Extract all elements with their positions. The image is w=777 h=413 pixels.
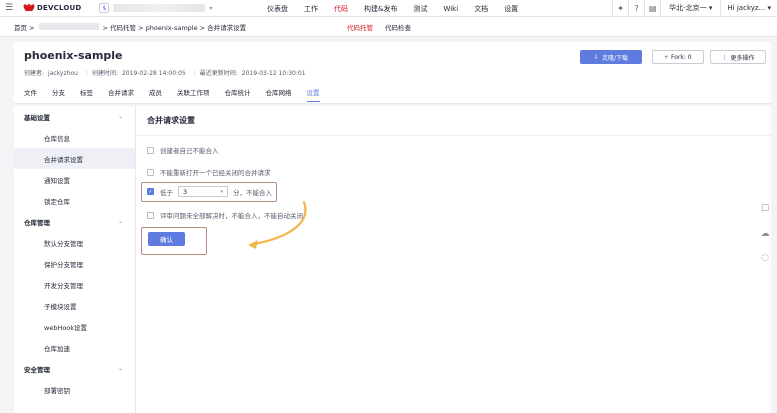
nav-item[interactable]: 工作	[304, 4, 318, 14]
repo-tab[interactable]: 成员	[149, 87, 162, 102]
brand-name: DEVCLOUD	[37, 4, 82, 12]
user-menu[interactable]: Hi jackyz... ▾	[720, 0, 771, 17]
service-tabs: 代码托管 代码检查	[347, 17, 423, 37]
sidebar-group[interactable]: 基础设置 ⌄	[14, 106, 135, 127]
top-right-tools: ✦ ? ▤ 华北-北京一 ▾ Hi jackyz... ▾	[612, 0, 771, 17]
nav-item[interactable]: Wiki	[443, 5, 458, 13]
sidebar-item[interactable]: 通知设置	[14, 169, 135, 190]
project-name-redacted	[113, 4, 206, 12]
sidebar-item[interactable]: 锁定仓库	[14, 190, 135, 211]
breadcrumb-home[interactable]: 首页 >	[14, 22, 35, 32]
service-tab[interactable]: 代码托管	[347, 22, 373, 32]
chat-icon[interactable]: ◌	[759, 252, 771, 264]
nav-item[interactable]: 文档	[474, 4, 488, 14]
settings-panel: 基础设置 ⌄ 仓库信息 合并请求设置 通知设置 锁定仓库 仓库管理 ⌄ 默认分支管理 保护分支管理…	[14, 106, 771, 413]
repo-tabs: 文件 分支 标签 合并请求 成员 关联工作项 仓库统计 仓库网络 设置	[24, 87, 335, 102]
repo-tab[interactable]: 关联工作项	[177, 87, 210, 102]
sidebar-item[interactable]: 保护分支管理	[14, 253, 135, 274]
more-icon: ⋮	[721, 53, 728, 61]
chevron-down-icon: ▾	[209, 4, 213, 12]
chevron-down-icon: ⌄	[117, 113, 123, 120]
sidebar-item[interactable]: 仓库信息	[14, 127, 135, 148]
huawei-logo-icon	[22, 3, 36, 12]
fork-icon: ⑂	[664, 53, 668, 61]
clone-download-button[interactable]: ⇩ 克隆/下载	[580, 50, 642, 64]
repo-tab[interactable]: 仓库网络	[266, 87, 292, 102]
sidebar-item[interactable]: 部署密钥	[14, 379, 135, 400]
region-selector[interactable]: 华北-北京一 ▾	[660, 0, 720, 17]
logo[interactable]: DEVCLOUD	[22, 0, 82, 17]
top-bar: ☰ DEVCLOUD $ ▾ 仪表盘 工作 代码 构建&发布 测试 Wiki 文档 设置 ✦ …	[0, 0, 777, 17]
feedback-icon[interactable]: ☐	[759, 203, 771, 215]
repo-updated: 2019-03-12 10:30:01	[241, 70, 306, 77]
sidebar-item[interactable]: 默认分支管理	[14, 232, 135, 253]
repo-tab[interactable]: 文件	[24, 87, 37, 102]
chevron-down-icon: ⌄	[117, 218, 123, 225]
repo-tab[interactable]: 合并请求	[108, 87, 134, 102]
sidebar-item[interactable]: 仓库加速	[14, 337, 135, 358]
project-selector[interactable]: $ ▾	[99, 3, 212, 14]
document-icon[interactable]: ▤	[644, 0, 660, 17]
sidebar-item[interactable]: 合并请求设置	[14, 148, 135, 169]
repo-meta: 创建者: jackyzhou | 创建时间: 2019-02-28 14:00:05 | 最…	[24, 70, 306, 77]
more-actions-button[interactable]: ⋮ 更多操作	[710, 50, 766, 64]
rocket-icon[interactable]: ✦	[612, 0, 628, 17]
main-nav: 仪表盘 工作 代码 构建&发布 测试 Wiki 文档 设置	[267, 0, 534, 17]
service-tab[interactable]: 代码检查	[385, 22, 411, 32]
settings-sidebar: 基础设置 ⌄ 仓库信息 合并请求设置 通知设置 锁定仓库 仓库管理 ⌄ 默认分支管理 保护分支管理…	[14, 106, 136, 413]
repo-tab[interactable]: 仓库统计	[225, 87, 251, 102]
nav-item[interactable]: 设置	[504, 4, 518, 14]
fork-button[interactable]: ⑂ Fork: 0	[652, 50, 704, 64]
repo-title: phoenix-sample	[24, 49, 123, 62]
service-icon[interactable]: ☁	[759, 228, 771, 240]
sidebar-group[interactable]: 仓库管理 ⌄	[14, 211, 135, 232]
repo-tab[interactable]: 设置	[306, 87, 320, 102]
project-icon: $	[99, 3, 110, 13]
nav-item[interactable]: 构建&发布	[364, 4, 397, 14]
sidebar-group[interactable]: 安全管理 ⌄	[14, 358, 135, 379]
settings-content: 合并请求设置 创建者自己不能合入 不能重新打开一个已经关闭的合并请求 ✓ 低于 …	[136, 106, 771, 413]
nav-item[interactable]: 仪表盘	[267, 4, 288, 14]
download-icon: ⇩	[593, 53, 599, 61]
breadcrumb-project-redacted[interactable]	[38, 23, 99, 30]
menu-icon[interactable]: ☰	[2, 0, 16, 17]
repo-header: phoenix-sample 创建者: jackyzhou | 创建时间: 2019-0…	[14, 42, 771, 104]
sidebar-item[interactable]: 开发分支管理	[14, 274, 135, 295]
chevron-down-icon: ⌄	[117, 365, 123, 372]
repo-created: 2019-02-28 14:00:05	[121, 70, 186, 77]
repo-creator: jackyzhou	[48, 70, 78, 77]
help-icon[interactable]: ?	[628, 0, 644, 17]
breadcrumb-path[interactable]: > 代码托管 > phoenix-sample > 合并请求设置	[103, 22, 247, 32]
nav-item[interactable]: 代码	[334, 4, 348, 14]
repo-tab[interactable]: 分支	[52, 87, 65, 102]
breadcrumb: 首页 > > 代码托管 > phoenix-sample > 合并请求设置 代码…	[0, 17, 777, 37]
repo-tab[interactable]: 标签	[80, 87, 93, 102]
annotation-arrow	[248, 200, 307, 249]
nav-item[interactable]: 测试	[413, 4, 427, 14]
sidebar-item[interactable]: webHook设置	[14, 316, 135, 337]
sidebar-item[interactable]: 子模块设置	[14, 295, 135, 316]
